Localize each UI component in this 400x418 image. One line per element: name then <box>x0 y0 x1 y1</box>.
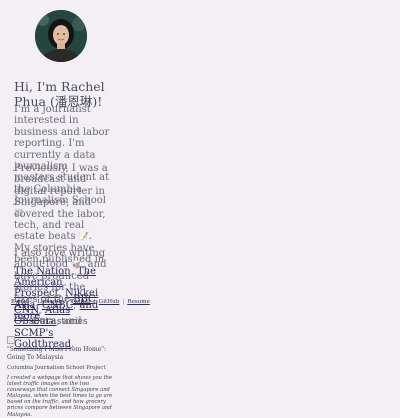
separator: | <box>122 299 125 305</box>
data-stories-heading: Data stories <box>32 317 88 327</box>
linkedin-link[interactable]: LinkedIn <box>37 299 62 305</box>
resume-link[interactable]: Resume <box>127 299 150 305</box>
avatar <box>35 10 87 62</box>
story-organization: Columbia Journalism School Project <box>7 365 106 371</box>
social-links: E-mail | LinkedIn | Twitter | GitHub | Resume <box>11 299 150 306</box>
separator: | <box>93 299 96 305</box>
story-title[interactable]: "Something I Miss From Home": Going To M… <box>7 346 115 362</box>
separator: | <box>65 299 68 305</box>
link-cnn[interactable]: CNN <box>14 305 39 316</box>
story-thumbnail[interactable] <box>7 336 15 344</box>
twitter-link[interactable]: Twitter <box>70 299 91 305</box>
story-description: I created a webpage that shows you the l… <box>7 375 113 418</box>
github-link[interactable]: GitHub <box>99 299 120 305</box>
email-link[interactable]: E-mail <box>11 299 29 305</box>
bio-text: Previously, I was a broadcast and digita… <box>14 163 108 243</box>
takeout-box-icon: 🥡 <box>71 260 82 270</box>
separator: | <box>32 299 35 305</box>
memo-icon: 📝 <box>78 232 89 242</box>
